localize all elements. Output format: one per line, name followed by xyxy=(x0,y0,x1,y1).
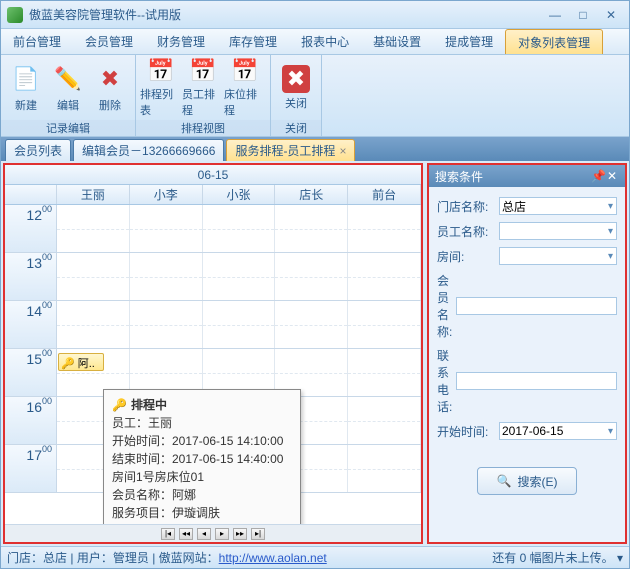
time-label: 1700 xyxy=(5,445,57,492)
staff-schedule-button[interactable]: 📅员工排程 xyxy=(182,58,224,118)
menubar: 前台管理会员管理财务管理库存管理报表中心基础设置提成管理对象列表管理 xyxy=(1,29,629,55)
schedule-list-icon: 📅 xyxy=(145,58,177,84)
tab[interactable]: 服务排程-员工排程× xyxy=(226,139,355,161)
app-logo-icon xyxy=(7,7,23,23)
time-label: 1300 xyxy=(5,253,57,300)
column-header: 小张 xyxy=(203,185,276,204)
upload-status: 还有 0 幅图片未上传。 xyxy=(492,549,613,566)
start-input[interactable]: 2017-06-15 xyxy=(499,422,617,440)
search-panel-title: 搜索条件 xyxy=(435,168,591,185)
store-input[interactable]: 总店 xyxy=(499,197,617,215)
appointment-tooltip: 🔑排程中 员工：王丽开始时间：2017-06-15 14:10:00结束时间：2… xyxy=(103,389,301,524)
schedule-cell[interactable] xyxy=(348,397,421,444)
menu-0[interactable]: 前台管理 xyxy=(1,29,73,54)
menu-5[interactable]: 基础设置 xyxy=(361,29,433,54)
schedule-cell[interactable] xyxy=(203,301,276,348)
close-icon: ✖ xyxy=(282,65,310,93)
schedule-cell[interactable] xyxy=(348,205,421,252)
schedule-cell[interactable] xyxy=(57,301,130,348)
menu-6[interactable]: 提成管理 xyxy=(433,29,505,54)
window-title: 傲蓝美容院管理软件--试用版 xyxy=(29,6,543,23)
phone-label: 联系电话: xyxy=(437,347,452,415)
schedule-cell[interactable] xyxy=(130,253,203,300)
schedule-cell[interactable] xyxy=(130,205,203,252)
close-window-button[interactable]: ✕ xyxy=(599,7,623,23)
column-header: 小李 xyxy=(130,185,203,204)
appointment-block[interactable]: 🔑 阿.. xyxy=(58,353,104,371)
time-label: 1600 xyxy=(5,397,57,444)
staff-label: 员工名称: xyxy=(437,223,495,240)
close-button[interactable]: ✖关闭 xyxy=(275,58,317,118)
menu-3[interactable]: 库存管理 xyxy=(217,29,289,54)
new-icon: 📄 xyxy=(10,63,42,95)
schedule-cell[interactable] xyxy=(348,253,421,300)
phone-input[interactable] xyxy=(456,372,617,390)
member-label: 会员名称: xyxy=(437,272,452,340)
room-input[interactable] xyxy=(499,247,617,265)
magnifier-icon: 🔍 xyxy=(497,474,512,488)
bed-schedule-icon: 📅 xyxy=(229,58,261,84)
minimize-button[interactable]: — xyxy=(543,7,567,23)
time-label: 1400 xyxy=(5,301,57,348)
column-header: 店长 xyxy=(275,185,348,204)
time-label: 1200 xyxy=(5,205,57,252)
titlebar: 傲蓝美容院管理软件--试用版 — □ ✕ xyxy=(1,1,629,29)
website-link[interactable]: http://www.aolan.net xyxy=(219,551,327,565)
search-button[interactable]: 🔍搜索(E) xyxy=(477,467,577,495)
store-label: 门店名称: xyxy=(437,198,495,215)
tab[interactable]: 编辑会员－13266669666 xyxy=(73,139,224,161)
schedule-date-header: 06-15 xyxy=(5,165,421,185)
start-label: 开始时间: xyxy=(437,423,495,440)
room-label: 房间: xyxy=(437,248,495,265)
edit-button[interactable]: ✏️编辑 xyxy=(47,58,89,118)
schedule-cell[interactable] xyxy=(203,205,276,252)
schedule-nav-bar[interactable]: |◂◂◂◂▸▸▸▸| xyxy=(5,524,421,542)
maximize-button[interactable]: □ xyxy=(571,7,595,23)
menu-4[interactable]: 报表中心 xyxy=(289,29,361,54)
schedule-list-button[interactable]: 📅排程列表 xyxy=(140,58,182,118)
delete-icon: ✖ xyxy=(94,63,126,95)
schedule-cell[interactable] xyxy=(348,349,421,396)
time-label: 1500 xyxy=(5,349,57,396)
column-header: 王丽 xyxy=(57,185,130,204)
schedule-cell[interactable] xyxy=(275,253,348,300)
schedule-cell[interactable] xyxy=(348,445,421,492)
tab-close-icon[interactable]: × xyxy=(339,144,346,158)
pin-icon[interactable]: 📌 xyxy=(591,169,605,183)
schedule-cell[interactable] xyxy=(275,301,348,348)
member-input[interactable] xyxy=(456,297,617,315)
ribbon: 📄新建✏️编辑✖删除记录编辑📅排程列表📅员工排程📅床位排程排程视图✖关闭关闭 xyxy=(1,55,629,137)
schedule-cell[interactable] xyxy=(130,301,203,348)
statusbar: 门店：总店 | 用户：管理员 | 傲蓝网站：http://www.aolan.n… xyxy=(1,546,629,568)
schedule-cell[interactable] xyxy=(203,253,276,300)
menu-1[interactable]: 会员管理 xyxy=(73,29,145,54)
schedule-cell[interactable] xyxy=(348,301,421,348)
menu-2[interactable]: 财务管理 xyxy=(145,29,217,54)
panel-close-icon[interactable]: ✕ xyxy=(605,169,619,183)
schedule-cell[interactable] xyxy=(57,253,130,300)
edit-icon: ✏️ xyxy=(52,63,84,95)
key-icon: 🔑 xyxy=(112,396,127,414)
menu-7[interactable]: 对象列表管理 xyxy=(505,29,603,54)
bed-schedule-button[interactable]: 📅床位排程 xyxy=(224,58,266,118)
delete-button[interactable]: ✖删除 xyxy=(89,58,131,118)
staff-schedule-icon: 📅 xyxy=(187,58,219,84)
column-header: 前台 xyxy=(348,185,421,204)
schedule-cell[interactable] xyxy=(275,205,348,252)
document-tabs: 会员列表编辑会员－13266669666服务排程-员工排程× xyxy=(1,137,629,161)
new-button[interactable]: 📄新建 xyxy=(5,58,47,118)
staff-input[interactable] xyxy=(499,222,617,240)
search-panel: 搜索条件 📌 ✕ 门店名称:总店员工名称: 房间: 会员名称: 联系电话: 开始时间:2… xyxy=(427,163,627,544)
schedule-view: 06-15 王丽小李小张店长前台 12001300140015001600170… xyxy=(3,163,423,544)
tab[interactable]: 会员列表 xyxy=(5,139,71,161)
chevron-down-icon[interactable]: ▾ xyxy=(614,551,623,565)
schedule-cell[interactable] xyxy=(57,205,130,252)
